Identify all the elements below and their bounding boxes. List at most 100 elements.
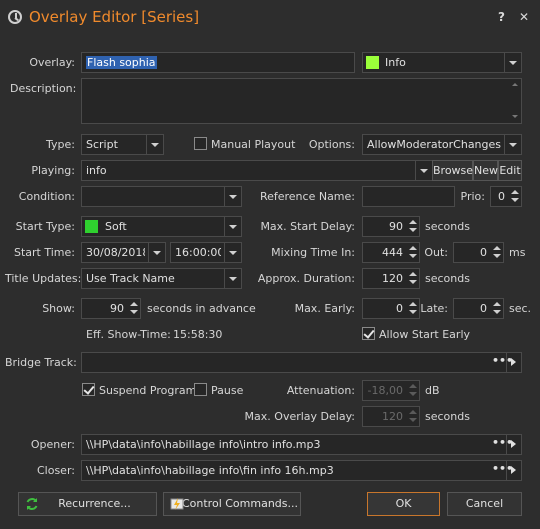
- recurrence-label: Recurrence...: [58, 497, 131, 510]
- type-label: Type:: [46, 138, 75, 151]
- chevron-down-icon[interactable]: [224, 269, 241, 288]
- spin-arrows-icon[interactable]: [407, 299, 419, 318]
- new-button[interactable]: New: [473, 160, 498, 181]
- max-overlay-delay-spinner[interactable]: 120: [362, 406, 420, 427]
- play-icon[interactable]: [506, 461, 521, 480]
- bridge-track-input[interactable]: •••: [81, 352, 522, 373]
- options-label: Options:: [308, 138, 355, 151]
- spin-arrows-icon[interactable]: [407, 243, 419, 262]
- edit-button[interactable]: Edit: [498, 160, 522, 181]
- chevron-down-icon[interactable]: [224, 217, 241, 236]
- spin-arrows-icon[interactable]: [128, 299, 140, 318]
- out-spinner[interactable]: 0: [453, 242, 504, 263]
- overlay-name-input[interactable]: Flash sophia: [81, 52, 355, 73]
- spin-arrows-icon[interactable]: [509, 187, 521, 206]
- options-dropdown[interactable]: AllowModeratorChanges, ...: [362, 134, 522, 155]
- approx-duration-label: Approx. Duration:: [257, 272, 355, 285]
- browse-button[interactable]: Browse: [432, 160, 473, 181]
- allow-start-early-checkbox[interactable]: [362, 327, 375, 340]
- attenuation-unit: dB: [425, 384, 440, 397]
- attenuation-value: -18,00: [367, 384, 403, 397]
- late-spinner[interactable]: 0: [453, 298, 504, 319]
- more-dots-icon[interactable]: •••: [492, 461, 513, 480]
- mixing-time-in-spinner[interactable]: 444: [362, 242, 420, 263]
- spin-arrows-icon[interactable]: [407, 217, 419, 236]
- max-start-delay-spinner[interactable]: 90: [362, 216, 420, 237]
- type-dropdown[interactable]: Script: [81, 134, 164, 155]
- close-button[interactable]: ✕: [519, 10, 529, 24]
- chevron-down-icon[interactable]: [224, 243, 241, 262]
- pause-checkbox[interactable]: [194, 383, 207, 396]
- approx-duration-spinner[interactable]: 120: [362, 268, 420, 289]
- control-commands-button[interactable]: Control Commands...: [163, 492, 301, 516]
- start-clock-picker[interactable]: 16:00:00: [170, 242, 242, 263]
- start-type-dropdown[interactable]: Soft: [81, 216, 242, 237]
- spin-arrows-icon[interactable]: [491, 299, 503, 318]
- chevron-down-icon[interactable]: [224, 187, 241, 206]
- help-button[interactable]: ?: [498, 10, 505, 24]
- start-type-label: Start Type:: [15, 220, 75, 233]
- chevron-down-icon[interactable]: [504, 135, 521, 154]
- clock-icon: [8, 10, 22, 24]
- chevron-down-icon[interactable]: [415, 161, 432, 180]
- overlay-color-dropdown[interactable]: Info: [362, 52, 522, 73]
- chevron-down-icon[interactable]: [148, 243, 165, 262]
- overlay-label: Overlay:: [29, 56, 75, 69]
- description-textarea[interactable]: [81, 78, 522, 124]
- suspend-program-label: Suspend Program: [99, 384, 197, 397]
- title-updates-dropdown[interactable]: Use Track Name: [81, 268, 242, 289]
- recurrence-button[interactable]: Recurrence...: [18, 492, 157, 516]
- ok-button[interactable]: OK: [367, 492, 440, 516]
- approx-duration-unit: seconds: [425, 272, 470, 285]
- show-label: Show:: [42, 302, 75, 315]
- max-early-label: Max. Early:: [294, 302, 355, 315]
- opener-label: Opener:: [30, 438, 75, 451]
- approx-duration-value: 120: [382, 272, 403, 285]
- title-updates-label: Title Updates:: [5, 272, 82, 285]
- spin-arrows-icon[interactable]: [407, 269, 419, 288]
- max-overlay-delay-unit: seconds: [425, 410, 470, 423]
- type-value: Script: [86, 138, 118, 151]
- info-color-swatch: [366, 56, 379, 69]
- condition-dropdown[interactable]: [81, 186, 242, 207]
- more-dots-icon[interactable]: •••: [492, 435, 513, 454]
- prio-spinner[interactable]: 0: [490, 186, 522, 207]
- opener-input[interactable]: \\HP\data\info\habillage info\intro info…: [81, 434, 522, 455]
- attenuation-spinner[interactable]: -18,00: [362, 380, 420, 401]
- out-value: 0: [480, 246, 487, 259]
- manual-playout-checkbox[interactable]: [194, 137, 207, 150]
- play-icon[interactable]: [506, 435, 521, 454]
- max-start-delay-value: 90: [389, 220, 403, 233]
- play-icon[interactable]: [506, 353, 521, 372]
- late-value: 0: [480, 302, 487, 315]
- prio-value: 0: [498, 190, 505, 203]
- chevron-down-icon[interactable]: [504, 53, 521, 72]
- spin-arrows-icon[interactable]: [407, 381, 419, 400]
- cancel-button[interactable]: Cancel: [447, 492, 522, 516]
- spin-arrows-icon[interactable]: [407, 407, 419, 426]
- bridge-track-label: Bridge Track:: [5, 356, 77, 369]
- closer-input[interactable]: \\HP\data\info\habillage info\fin info 1…: [81, 460, 522, 481]
- allow-start-early-label: Allow Start Early: [379, 328, 471, 341]
- closer-value: \\HP\data\info\habillage info\fin info 1…: [86, 464, 334, 477]
- start-time-label: Start Time:: [14, 246, 75, 259]
- lightning-icon: [170, 497, 184, 511]
- max-overlay-delay-label: Max. Overlay Delay:: [244, 410, 355, 423]
- start-date-picker[interactable]: 30/08/2018: [81, 242, 166, 263]
- max-early-spinner[interactable]: 0: [362, 298, 420, 319]
- description-scrollbar[interactable]: [509, 79, 521, 123]
- title-bar[interactable]: Overlay Editor [Series] ? ✕: [0, 0, 540, 36]
- show-spinner[interactable]: 90: [81, 298, 141, 319]
- playing-label: Playing:: [31, 164, 75, 177]
- spin-arrows-icon[interactable]: [491, 243, 503, 262]
- title-updates-value: Use Track Name: [86, 272, 175, 285]
- manual-playout-label: Manual Playout: [211, 138, 296, 151]
- chevron-down-icon[interactable]: [146, 135, 163, 154]
- more-dots-icon[interactable]: •••: [492, 353, 513, 372]
- playing-dropdown[interactable]: info: [81, 160, 433, 181]
- attenuation-label: Attenuation:: [286, 384, 355, 397]
- overlay-editor-window: Overlay Editor [Series] ? ✕ Overlay: Fla…: [0, 0, 540, 529]
- start-date-value: 30/08/2018: [86, 246, 145, 259]
- reference-name-input[interactable]: [362, 186, 455, 207]
- suspend-program-checkbox[interactable]: [82, 383, 95, 396]
